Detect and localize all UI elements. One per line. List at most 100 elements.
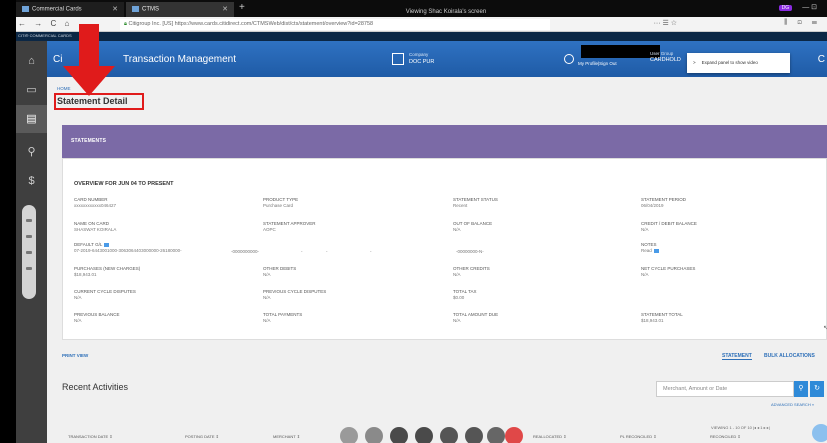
- lock-icon: 🔒︎: [124, 21, 127, 27]
- annotation-arrow-icon: [63, 24, 115, 96]
- expand-video-popup[interactable]: > Expand panel to show video: [687, 53, 790, 73]
- field-other-debits: OTHER DEBITS N/A: [263, 266, 297, 277]
- overview-heading: OVERVIEW FOR JUN 04 TO PRESENT: [74, 181, 174, 187]
- user-icon: [564, 54, 574, 64]
- gl-segment: -: [370, 249, 372, 254]
- grip-icon: [26, 267, 32, 270]
- field-out-of-balance: OUT OF BALANCE N/A: [453, 221, 493, 232]
- window-badge: DG: [778, 5, 793, 11]
- field-statement-total: STATEMENT TOTAL $18,943.01: [641, 312, 683, 323]
- profile-label[interactable]: My Profile|Sign Out: [578, 61, 617, 66]
- tab-close-icon[interactable]: ✕: [222, 5, 228, 13]
- url-org: Citigroup Inc. [US]: [128, 21, 174, 27]
- filter-circle-icon[interactable]: [340, 427, 358, 443]
- column-merchant[interactable]: MERCHANT ⇕: [273, 434, 300, 439]
- field-total-payments: TOTAL PAYMENTS N/A: [263, 312, 303, 323]
- column-posting-date[interactable]: POSTING DATE ⇕: [185, 434, 219, 439]
- column-reconciled[interactable]: RECONCILED ⇕: [710, 434, 741, 439]
- browser-address-bar: ← → C ⌂ 🔒︎ Citigroup Inc. [US] https://w…: [16, 17, 827, 32]
- gl-segment: -: [301, 249, 303, 254]
- company-label: Company: [409, 52, 429, 57]
- print-view-link[interactable]: PRINT VIEW: [62, 353, 88, 358]
- field-total-amount-due: TOTAL AMOUNT DUE N/A: [453, 312, 499, 323]
- filter-circle-icon[interactable]: [390, 427, 408, 443]
- gl-segment: -00000000-N-: [456, 249, 484, 254]
- field-purchases: PURCHASES (NEW CHARGES) $18,943.01: [74, 266, 141, 277]
- screen: Commercial Cards ✕ CTMS ✕ + Viewing Shac…: [0, 0, 827, 443]
- app-brand-strip: CITI® COMMERCIAL CARDS: [16, 32, 827, 41]
- toolbar-icons[interactable]: ⫼ ⊡ ☰: [784, 19, 821, 27]
- grip-icon: [26, 235, 32, 238]
- filter-circle-icon[interactable]: [505, 427, 523, 443]
- grip-icon: [26, 251, 32, 254]
- browser-tab-commercial-cards[interactable]: Commercial Cards ✕: [16, 2, 124, 17]
- calendar-icon[interactable]: [104, 242, 110, 247]
- recent-activities-title: Recent Activities: [62, 382, 129, 392]
- sidebar-scroll-handle[interactable]: [22, 205, 36, 299]
- mouse-cursor-icon: ↖: [823, 325, 827, 332]
- window-control-icons[interactable]: — ⊡: [802, 4, 817, 11]
- field-net-cycle-purchases: NET CYCLE PURCHASES N/A: [641, 266, 696, 277]
- redacted-username: [581, 45, 660, 58]
- chevron-right-icon: >: [693, 60, 696, 65]
- app-header: Ci Transaction Management Company DOC PU…: [47, 41, 827, 77]
- browser-tab-ctms[interactable]: CTMS ✕: [126, 2, 234, 17]
- popup-text: Expand panel to show video: [701, 60, 758, 65]
- filter-circle-icon[interactable]: [465, 427, 483, 443]
- url-text: https://www.cards.citidirect.com/CTMSWeb…: [174, 21, 374, 27]
- column-transaction-date[interactable]: TRANSACTION DATE ⇕: [68, 434, 113, 439]
- page-actions-icons[interactable]: ··· ☰ ☆: [654, 19, 677, 27]
- app-sidebar: ⌂ ▭ ▤ ⚲ $: [16, 41, 47, 443]
- field-name-on-card: NAME ON CARD SHASWAT KOIRALA: [74, 221, 117, 232]
- statements-panel-title: STATEMENTS: [71, 138, 107, 144]
- home-icon: ⌂: [28, 55, 35, 67]
- user-group-label: User Group: [650, 51, 674, 56]
- filter-circle-icon[interactable]: [365, 427, 383, 443]
- tab-statement[interactable]: STATEMENT: [722, 353, 752, 360]
- pagination[interactable]: VIEWING 1 - 10 OF 10 |◂ ◂ 1 ▸ ▸|: [711, 425, 770, 430]
- column-reallocated[interactable]: REALLOCATED ⇕: [533, 434, 567, 439]
- company-value: DOC PUR: [409, 59, 435, 65]
- search-icon: ⚲: [27, 146, 36, 158]
- zoom-button[interactable]: [812, 424, 827, 442]
- browser-tab-bar: Commercial Cards ✕ CTMS ✕ + Viewing Shac…: [16, 0, 827, 17]
- advanced-search-link[interactable]: ADVANCED SEARCH »: [771, 402, 814, 407]
- statements-panel-header: STATEMENTS: [62, 125, 827, 158]
- field-statement-period: STATEMENT PERIOD 06/04/2019: [641, 197, 687, 208]
- column-pl-reconciled[interactable]: PL RECONCILED ⇕: [620, 434, 657, 439]
- sidebar-cards[interactable]: ▭: [16, 76, 47, 104]
- sidebar-statements[interactable]: ▤: [16, 105, 47, 133]
- filter-circle-icon[interactable]: [487, 427, 505, 443]
- search-button[interactable]: ⚲: [794, 381, 808, 397]
- statements-panel: OVERVIEW FOR JUN 04 TO PRESENT CARD NUMB…: [62, 158, 827, 340]
- activity-search-input[interactable]: Merchant, Amount or Date: [656, 381, 794, 397]
- window-controls[interactable]: DG — ⊡: [778, 3, 817, 11]
- tab-bulk-allocations[interactable]: BULK ALLOCATIONS: [764, 353, 815, 359]
- sidebar-payments[interactable]: $: [16, 167, 47, 195]
- field-total-tax: TOTAL TAX $0.00: [453, 289, 477, 300]
- field-previous-balance: PREVIOUS BALANCE N/A: [74, 312, 120, 323]
- field-default-gl: DEFAULT G/L 07-2019-6443001000-3063064403…: [74, 242, 182, 253]
- sidebar-home[interactable]: ⌂: [16, 47, 47, 75]
- notes-icon[interactable]: [653, 248, 659, 253]
- field-credit-debit-balance: CREDIT / DEBIT BALANCE N/A: [641, 221, 697, 232]
- tab-close-icon[interactable]: ✕: [112, 5, 118, 13]
- document-icon: ▤: [26, 113, 37, 125]
- screen-share-banner: Viewing Shac Koirala's screen: [405, 9, 487, 15]
- field-statement-approver: STATEMENT APPROVER AOPC: [263, 221, 316, 232]
- header-far-text: C: [817, 54, 825, 65]
- sidebar-search[interactable]: ⚲: [16, 138, 47, 166]
- tab-label: CTMS: [142, 6, 159, 13]
- filter-circle-icon[interactable]: [415, 427, 433, 443]
- refresh-button[interactable]: ↻: [810, 381, 824, 397]
- field-other-credits: OTHER CREDITS N/A: [453, 266, 490, 277]
- field-statement-status: STATEMENT STATUS Recent: [453, 197, 498, 208]
- app-title: Transaction Management: [123, 54, 237, 65]
- user-group[interactable]: User Group CARDHOLD: [650, 51, 681, 63]
- url-field[interactable]: 🔒︎ Citigroup Inc. [US] https://www.cards…: [120, 19, 550, 30]
- new-tab-button[interactable]: +: [239, 2, 245, 13]
- field-product-type: PRODUCT TYPE Purchase Card: [263, 197, 299, 208]
- refresh-icon: ↻: [814, 385, 820, 392]
- field-notes: NOTES Read: [641, 242, 659, 253]
- filter-circle-icon[interactable]: [440, 427, 458, 443]
